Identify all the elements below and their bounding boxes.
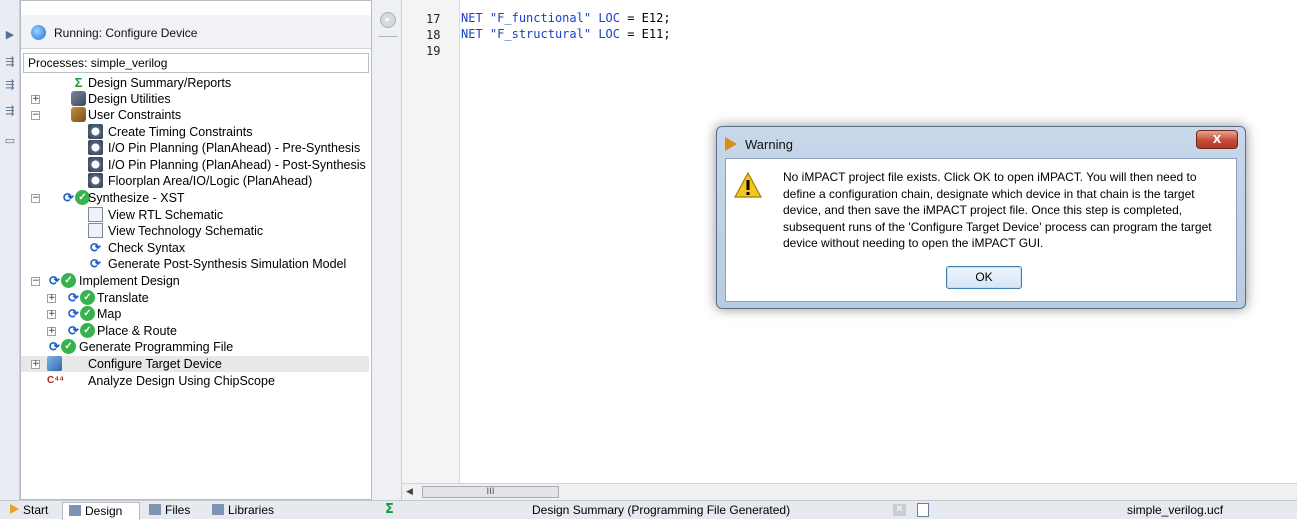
dialog-message: No iMPACT project file exists. Click OK … — [783, 170, 1212, 250]
tab-libraries[interactable]: Libraries — [206, 502, 286, 520]
tree-item-configure-target-device[interactable]: + Configure Target Device — [21, 356, 369, 372]
expand-icon[interactable]: + — [47, 310, 56, 319]
refresh-icon: ⟳ — [68, 290, 79, 305]
refresh-icon: ⟳ — [49, 273, 60, 288]
tab-start[interactable]: Start — [4, 502, 62, 520]
ucf-file-tab[interactable]: simple_verilog.ucf — [1127, 503, 1223, 517]
tools-icon — [71, 91, 86, 106]
check-icon: ✓ — [80, 306, 95, 321]
bottom-tab-bar: Start Design Files Libraries Σ Design Su… — [0, 500, 1297, 520]
dialog-body: No iMPACT project file exists. Click OK … — [725, 158, 1237, 302]
expand-icon[interactable]: + — [47, 294, 56, 303]
tab-design[interactable]: Design — [62, 502, 140, 520]
check-icon: ✓ — [61, 339, 76, 354]
collapse-panel-button[interactable]: ▸ — [380, 12, 396, 28]
code-line[interactable]: NET "F_structural" LOC = E11; — [461, 27, 671, 41]
schematic-icon — [88, 223, 103, 238]
line-number: 17 — [426, 12, 441, 26]
refresh-icon: ⟳ — [68, 306, 79, 321]
close-icon[interactable]: ✕ — [893, 504, 906, 516]
warning-icon — [734, 172, 762, 198]
chip-icon — [47, 356, 62, 371]
app-logo-icon — [725, 137, 737, 151]
refresh-icon: ⟳ — [68, 323, 79, 338]
planahead-icon — [88, 140, 103, 155]
refresh-icon: ⟳ — [49, 339, 60, 354]
panel-splitter[interactable]: ▸ — [372, 0, 402, 500]
check-icon: ✓ — [80, 290, 95, 305]
collapse-icon[interactable]: − — [31, 111, 40, 120]
line-number-gutter: 17 18 19 — [402, 0, 460, 483]
sigma-icon: Σ — [74, 75, 83, 90]
planahead-icon — [88, 157, 103, 172]
document-icon[interactable] — [917, 503, 929, 517]
design-summary-tab[interactable]: Design Summary (Programming File Generat… — [532, 503, 790, 517]
chipscope-icon: C⁴⁴ — [47, 375, 65, 386]
horizontal-scrollbar[interactable]: ◀ III — [402, 483, 1297, 500]
line-number: 19 — [426, 44, 441, 58]
sigma-icon[interactable]: Σ — [385, 502, 394, 517]
code-line[interactable]: NET "F_functional" LOC = E12; — [461, 11, 671, 25]
left-toolbar: ▶ ⇶ ⇶ ⇶ ▭ — [0, 0, 20, 500]
expand-icon[interactable]: + — [31, 95, 40, 104]
refresh-icon: ⟳ — [90, 256, 101, 271]
planahead-icon — [88, 173, 103, 188]
collapse-icon[interactable]: − — [31, 194, 40, 203]
refresh-icon: ⟳ — [63, 190, 74, 205]
scroll-thumb[interactable]: III — [422, 486, 559, 498]
run-status: Running: Configure Device — [21, 15, 371, 49]
tab-files[interactable]: Files — [143, 502, 203, 520]
close-button[interactable]: X — [1196, 130, 1238, 149]
scroll-left-icon[interactable]: ◀ — [406, 487, 413, 497]
schematic-icon — [88, 207, 103, 222]
check-icon: ✓ — [80, 323, 95, 338]
files-icon — [149, 504, 161, 515]
hierarchy-icon[interactable]: ⇶ — [3, 104, 17, 118]
design-icon — [69, 505, 81, 516]
expand-arrow-icon[interactable]: ▶ — [3, 28, 17, 42]
check-icon: ✓ — [61, 273, 76, 288]
divider — [378, 36, 398, 37]
refresh-icon: ⟳ — [90, 240, 101, 255]
hierarchy-icon[interactable]: ⇶ — [3, 55, 17, 69]
processes-panel: Running: Configure Device Processes: sim… — [20, 0, 372, 500]
expand-icon[interactable]: + — [31, 360, 40, 369]
line-number: 18 — [426, 28, 441, 42]
processes-header: Processes: simple_verilog — [23, 53, 369, 73]
process-tree: Σ Design Summary/Reports + Design Utilit… — [21, 73, 371, 493]
run-status-text: Running: Configure Device — [54, 26, 198, 40]
running-icon — [31, 25, 46, 40]
dialog-title: Warning — [745, 137, 793, 152]
clock-icon — [88, 124, 103, 139]
ok-button[interactable]: OK — [946, 266, 1022, 289]
tools-icon — [71, 107, 86, 122]
libraries-icon — [212, 504, 224, 515]
collapse-icon[interactable]: − — [31, 277, 40, 286]
window-icon[interactable]: ▭ — [3, 134, 17, 148]
warning-dialog: Warning X No iMPACT project file exists.… — [716, 126, 1246, 309]
expand-icon[interactable]: + — [47, 327, 56, 336]
hierarchy-icon[interactable]: ⇶ — [3, 78, 17, 92]
start-icon — [10, 504, 19, 514]
